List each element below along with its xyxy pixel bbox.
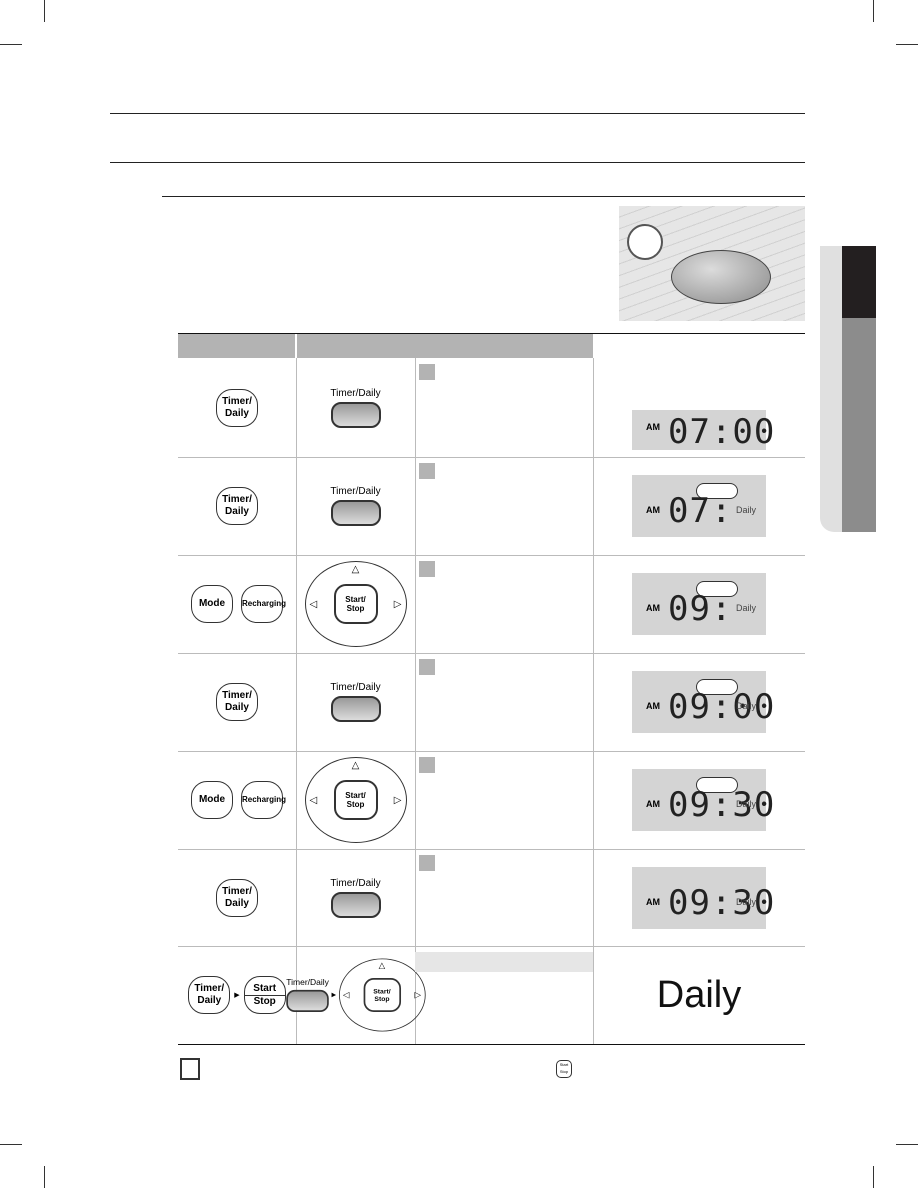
recharging-button: Recharging — [241, 585, 286, 623]
table-cell: Timer/ Daily — [178, 457, 297, 555]
table-cell: Daily — [593, 946, 805, 1044]
header-remote — [178, 334, 295, 358]
start-stop-mini-icon: Start Stop — [556, 1060, 572, 1078]
table-cell: AM 09:30 Daily — [593, 849, 805, 946]
table-cell — [415, 849, 594, 946]
table-cell — [415, 457, 594, 555]
table-cell: Timer/Daily — [296, 457, 416, 555]
table-cell: △ ◁ ▷ Start/ Stop — [296, 751, 416, 849]
note-header-bar — [415, 952, 593, 972]
table-cell: Mode Recharging — [178, 555, 297, 653]
header-main-unit — [297, 334, 593, 358]
alarm-clock-icon — [627, 224, 663, 260]
chapter-tab — [820, 246, 876, 532]
crop-mark — [0, 44, 22, 45]
step-number-box — [419, 757, 435, 773]
daily-label: Daily — [656, 973, 742, 1016]
robot-cleaner-illustration — [619, 206, 805, 321]
table-cell — [415, 358, 594, 457]
table-cell: Timer/ Daily — [178, 653, 297, 751]
step-number-box — [419, 855, 435, 871]
table-cell: AM 09:30 Daily — [593, 751, 805, 849]
start-stop-button: Start/ Stop — [333, 780, 378, 820]
table-cell: Timer/Daily — [296, 358, 416, 457]
table-cell: Mode Recharging — [178, 751, 297, 849]
crop-mark — [873, 1166, 874, 1188]
step-number-box — [419, 463, 435, 479]
table-cell — [415, 555, 594, 653]
crop-mark — [873, 0, 874, 22]
table-cell: Timer/ Daily — [178, 358, 297, 457]
direction-wheel: △ ◁ ▷ Start/ Stop — [338, 958, 426, 1032]
lcd-display: AM 09: Daily — [632, 573, 766, 635]
start-stop-button: Start/ Stop — [362, 978, 401, 1012]
table-cell: AM 07:00 — [593, 358, 805, 457]
crop-mark — [44, 0, 45, 22]
table-cell: △ ◁ ▷ Start/ Stop — [296, 555, 416, 653]
table-cell — [415, 653, 594, 751]
title-rule-bottom — [110, 162, 805, 163]
timer-daily-remote-button: Timer/ Daily — [216, 878, 258, 917]
table-cell: Timer/ Daily ▶ Start Stop — [178, 946, 297, 1044]
crop-mark — [44, 1166, 45, 1188]
lcd-display: AM 07:00 — [632, 409, 774, 452]
recharging-button: Recharging — [241, 781, 286, 819]
note-icon — [180, 1058, 200, 1080]
lcd-display: AM 09:00 Daily — [632, 671, 774, 733]
lcd-display: AM 07: Daily — [632, 475, 766, 537]
step-number-box — [419, 561, 435, 577]
section-rule — [162, 196, 805, 197]
start-stop-button: Start/ Stop — [333, 584, 378, 624]
step-number-box — [419, 659, 435, 675]
lcd-display: AM 09:30 Daily — [632, 866, 774, 929]
table-cell: AM 09:00 Daily — [593, 653, 805, 751]
timer-daily-remote-button: Timer/ Daily — [216, 388, 258, 427]
crop-mark — [896, 44, 918, 45]
timer-daily-remote-button: Timer/ Daily — [188, 976, 231, 1014]
table-cell: Timer/Daily ▶ △ ◁ ▷ Start/ Stop — [286, 946, 426, 1044]
crop-mark — [896, 1144, 918, 1145]
table-cell: AM 07: Daily — [593, 457, 805, 555]
timer-daily-remote-button: Timer/ Daily — [216, 487, 258, 525]
crop-mark — [0, 1144, 22, 1145]
mode-button: Mode — [191, 585, 233, 623]
mode-button: Mode — [191, 781, 233, 819]
timer-daily-panel-button: Timer/Daily — [330, 878, 381, 918]
robot-icon — [671, 250, 771, 304]
row-divider — [178, 1044, 805, 1045]
title-rule-top — [110, 113, 805, 114]
manual-page: Timer/ Daily Timer/Daily AM 07:00 Timer/ … — [0, 0, 918, 1188]
table-cell — [415, 946, 594, 1044]
start-stop-remote-button: Start Stop — [243, 976, 286, 1014]
direction-wheel: △ ◁ ▷ Start/ Stop — [304, 757, 407, 843]
step-number-box — [419, 364, 435, 380]
timer-daily-panel-button: Timer/Daily — [330, 388, 381, 428]
direction-wheel: △ ◁ ▷ Start/ Stop — [304, 561, 407, 647]
table-cell — [415, 751, 594, 849]
table-cell: Timer/Daily — [296, 849, 416, 946]
timer-daily-panel-button: Timer/Daily — [330, 682, 381, 722]
timer-daily-panel-button: Timer/Daily — [330, 486, 381, 526]
table-cell: AM 09: Daily — [593, 555, 805, 653]
table-cell: Timer/ Daily — [178, 849, 297, 946]
table-cell: Timer/Daily — [296, 653, 416, 751]
timer-daily-panel-button: Timer/Daily — [286, 978, 329, 1012]
timer-daily-remote-button: Timer/ Daily — [216, 683, 258, 721]
lcd-display: AM 09:30 Daily — [632, 769, 774, 831]
